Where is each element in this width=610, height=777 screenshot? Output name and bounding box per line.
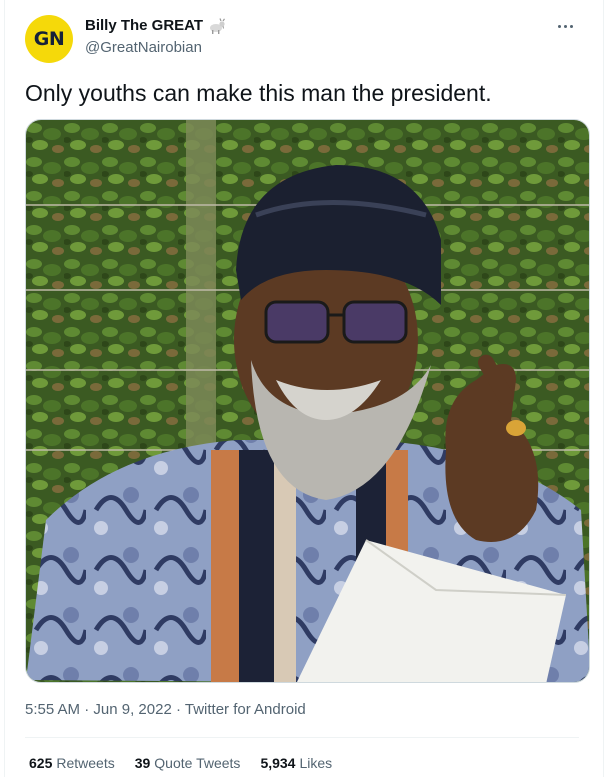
user-handle[interactable]: @GreatNairobian xyxy=(85,39,202,56)
likes-count: 5,934 xyxy=(260,755,296,771)
retweets-count: 625 xyxy=(29,755,53,771)
author-name-row: Billy The GREAT xyxy=(85,17,226,34)
more-dots-icon[interactable] xyxy=(553,16,577,36)
avatar[interactable]: GN xyxy=(25,15,73,63)
retweets-label: Retweets xyxy=(56,755,115,771)
meta-separator: · xyxy=(80,701,94,718)
quotes-label: Quote Tweets xyxy=(154,755,241,771)
tweet-photo[interactable] xyxy=(25,119,590,683)
likes-label: Likes xyxy=(299,755,333,771)
tweet-time[interactable]: 5:55 AM xyxy=(25,701,80,718)
retweets-stat[interactable]: 625 Retweets xyxy=(29,755,115,771)
tweet-source[interactable]: Twitter for Android xyxy=(185,701,306,718)
tweet-stats: 625 Retweets 39 Quote Tweets 5,934 Likes xyxy=(29,755,332,771)
tweet-card: GN Billy The GREAT @GreatNairobian Only … xyxy=(4,0,604,777)
meta-separator: · xyxy=(171,701,185,718)
tweet-date[interactable]: Jun 9, 2022 xyxy=(93,701,171,718)
tweet-text: Only youths can make this man the presid… xyxy=(25,80,492,106)
quotes-count: 39 xyxy=(134,755,151,771)
divider xyxy=(25,737,579,738)
display-name[interactable]: Billy The GREAT xyxy=(85,17,203,34)
quote-tweets-stat[interactable]: 39 Quote Tweets xyxy=(135,755,241,771)
likes-stat[interactable]: 5,934 Likes xyxy=(260,755,332,771)
goat-icon xyxy=(208,17,226,34)
tweet-meta: 5:55 AM · Jun 9, 2022 · Twitter for Andr… xyxy=(25,701,306,718)
